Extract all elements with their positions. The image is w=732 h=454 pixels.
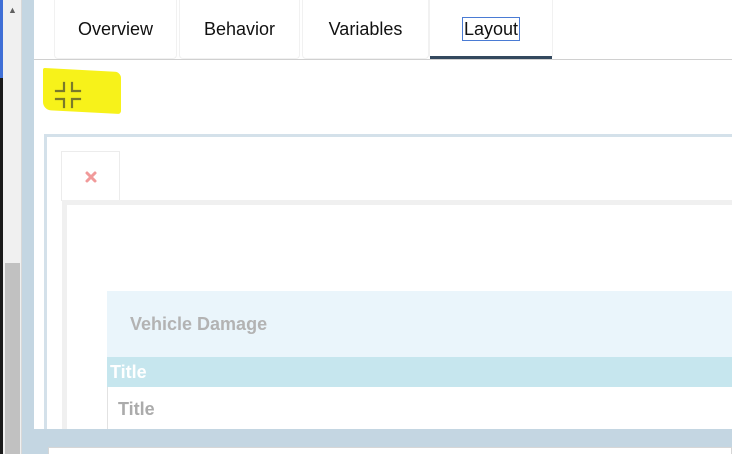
header-row-title[interactable]: Title (107, 357, 732, 387)
tab-label: Variables (328, 18, 403, 39)
content-area: Overview Behavior Variables Layout Vehic… (34, 0, 732, 429)
scrollbar-thumb[interactable] (5, 263, 20, 454)
tab-label: Behavior (203, 18, 276, 39)
tab-overview[interactable]: Overview (54, 0, 177, 59)
bottom-panel (48, 447, 732, 454)
remove-section-button[interactable] (61, 151, 120, 201)
tab-bar: Overview Behavior Variables Layout (34, 0, 732, 60)
vertical-scrollbar[interactable]: ▲ (3, 0, 22, 454)
close-icon (85, 171, 96, 182)
arrow-up-icon[interactable]: ▲ (3, 0, 22, 20)
field-title[interactable]: Title (107, 387, 732, 429)
tab-variables[interactable]: Variables (302, 0, 429, 59)
tab-behavior[interactable]: Behavior (179, 0, 300, 59)
collapse-icon (54, 81, 82, 109)
tab-label: Layout (461, 17, 521, 41)
tab-label: Overview (77, 18, 153, 39)
frame-border-left (22, 0, 34, 454)
collapse-button[interactable] (41, 67, 123, 116)
section-title[interactable]: Vehicle Damage (107, 291, 732, 357)
tab-layout[interactable]: Layout (429, 0, 553, 59)
